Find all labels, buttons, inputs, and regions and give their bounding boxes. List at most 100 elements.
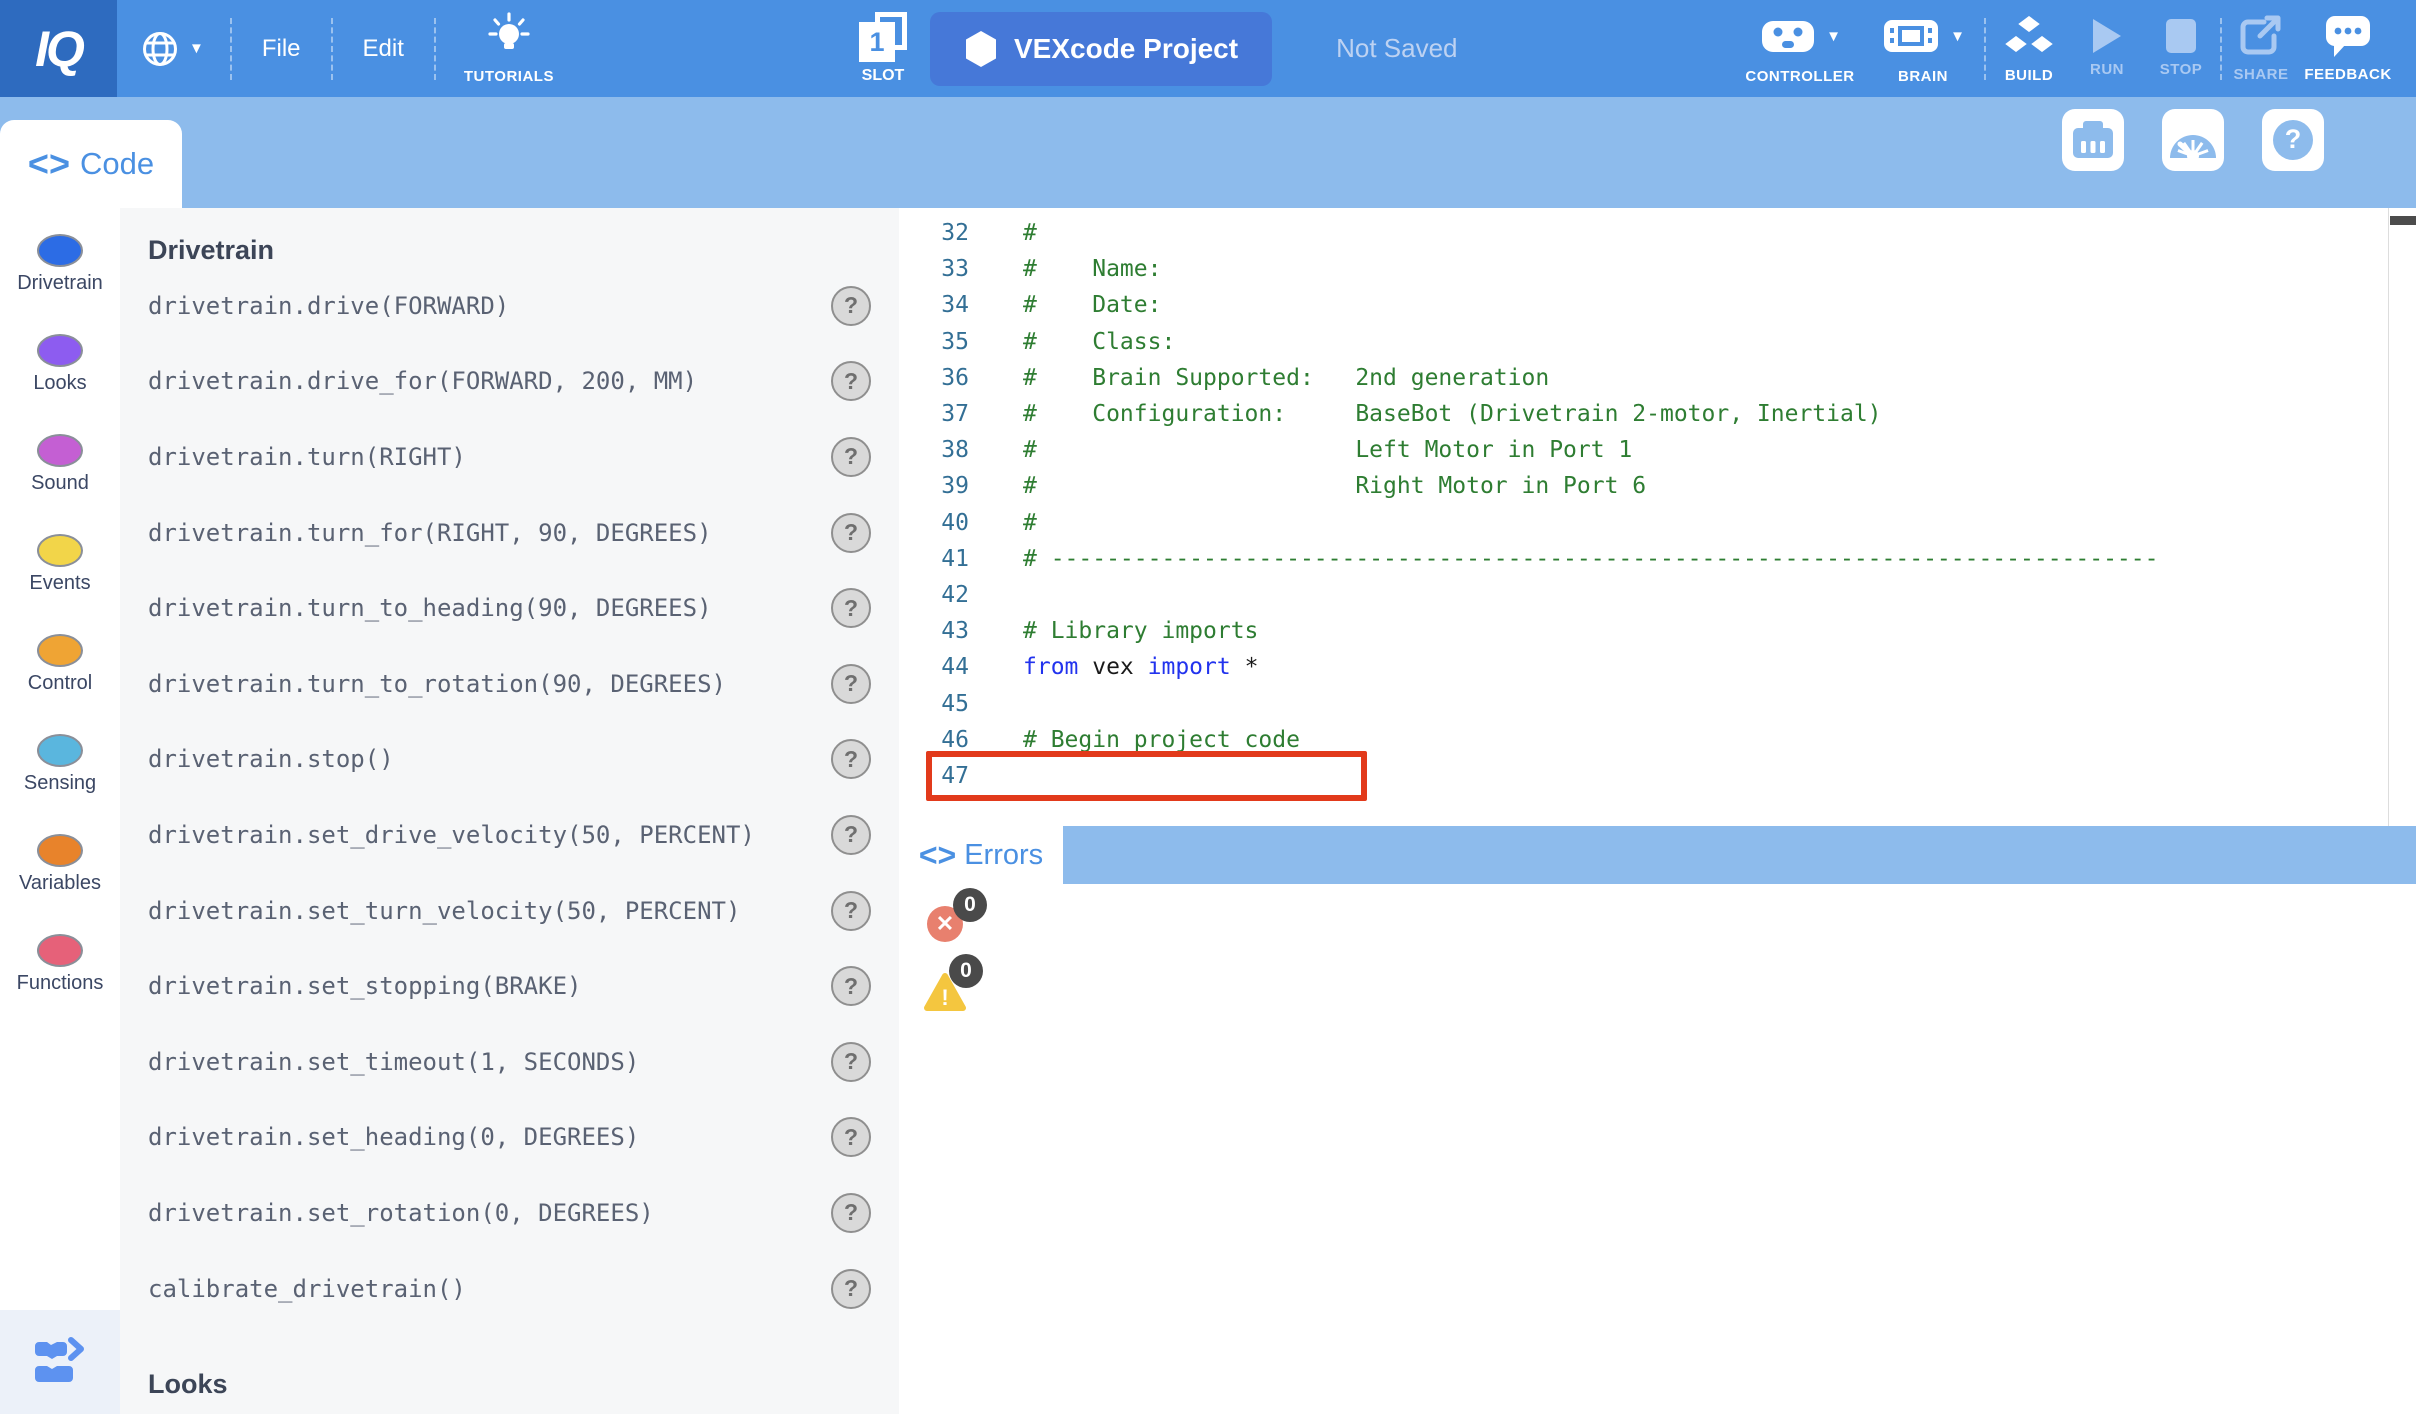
code-line[interactable]: 42 [899, 577, 2416, 613]
scrollbar-thumb[interactable] [2390, 216, 2416, 225]
command-text[interactable]: drivetrain.drive_for(FORWARD, 200, MM) [148, 367, 697, 395]
command-text[interactable]: drivetrain.stop() [148, 745, 394, 773]
command-text[interactable]: drivetrain.turn_to_rotation(90, DEGREES) [148, 670, 726, 698]
command-text[interactable]: drivetrain.drive(FORWARD) [148, 292, 509, 320]
command-help-button[interactable]: ? [831, 361, 871, 401]
code-line[interactable]: 33# Name: [899, 251, 2416, 287]
brain-button[interactable]: ▼ BRAIN [1864, 0, 1982, 97]
device-manager-button[interactable] [2062, 109, 2124, 171]
command-text[interactable]: drivetrain.turn_to_heading(90, DEGREES) [148, 594, 712, 622]
tab-code[interactable]: <> Code [0, 120, 182, 208]
command-help-button[interactable]: ? [831, 588, 871, 628]
editor-scrollbar[interactable] [2388, 208, 2416, 826]
command-text[interactable]: drivetrain.set_drive_velocity(50, PERCEN… [148, 821, 755, 849]
command-row[interactable]: drivetrain.set_heading(0, DEGREES) ? [120, 1100, 899, 1176]
command-row[interactable]: drivetrain.set_timeout(1, SECONDS) ? [120, 1024, 899, 1100]
command-text[interactable]: drivetrain.set_stopping(BRAKE) [148, 972, 581, 1000]
code-line[interactable]: 41# ------------------------------------… [899, 541, 2416, 577]
caret-down-icon: ▼ [1950, 29, 1965, 44]
controller-label: CONTROLLER [1745, 68, 1854, 85]
command-text[interactable]: drivetrain.set_timeout(1, SECONDS) [148, 1048, 639, 1076]
build-button[interactable]: BUILD [1988, 0, 2070, 97]
switch-to-blocks-button[interactable] [0, 1310, 120, 1414]
command-row[interactable]: drivetrain.set_turn_velocity(50, PERCENT… [120, 873, 899, 949]
share-label: SHARE [2233, 66, 2288, 83]
category-drivetrain[interactable]: Drivetrain [0, 234, 120, 334]
code-line[interactable]: 37# Configuration: BaseBot (Drivetrain 2… [899, 396, 2416, 432]
run-button[interactable]: RUN [2070, 0, 2144, 97]
tab-errors[interactable]: <> Errors [899, 826, 1063, 884]
code-line[interactable]: 44from vex import * [899, 649, 2416, 685]
hexagon-icon [964, 30, 998, 68]
command-text[interactable]: drivetrain.turn_for(RIGHT, 90, DEGREES) [148, 519, 712, 547]
code-line[interactable]: 32# [899, 215, 2416, 251]
code-line[interactable]: 38# Left Motor in Port 1 [899, 432, 2416, 468]
caret-down-icon: ▼ [189, 41, 204, 56]
command-help-button[interactable]: ? [831, 1193, 871, 1233]
code-line[interactable]: 39# Right Motor in Port 6 [899, 468, 2416, 504]
command-row[interactable]: drivetrain.stop() ? [120, 722, 899, 798]
command-row[interactable]: drivetrain.turn_to_heading(90, DEGREES) … [120, 570, 899, 646]
share-button[interactable]: SHARE [2224, 0, 2298, 97]
help-button[interactable]: ? [2262, 109, 2324, 171]
category-looks[interactable]: Looks [0, 334, 120, 434]
command-help-button[interactable]: ? [831, 739, 871, 779]
command-help-button[interactable]: ? [831, 966, 871, 1006]
caret-down-icon: ▼ [1826, 29, 1841, 44]
command-text[interactable]: drivetrain.set_turn_velocity(50, PERCENT… [148, 897, 740, 925]
command-help-button[interactable]: ? [831, 1042, 871, 1082]
command-help-button[interactable]: ? [831, 664, 871, 704]
command-text[interactable]: calibrate_drivetrain() [148, 1275, 466, 1303]
code-editor[interactable]: 32# 33# Name: 34# Date: 35# Class: 36# B… [899, 208, 2416, 826]
category-sound[interactable]: Sound [0, 434, 120, 534]
error-count-badge: 0 [953, 888, 987, 922]
feedback-bubble-icon [2324, 14, 2372, 58]
command-row[interactable]: drivetrain.set_rotation(0, DEGREES) ? [120, 1175, 899, 1251]
stop-button[interactable]: STOP [2144, 0, 2218, 97]
command-row[interactable]: drivetrain.turn_for(RIGHT, 90, DEGREES) … [120, 495, 899, 571]
category-functions[interactable]: Functions [0, 934, 120, 1034]
code-line[interactable]: 40# [899, 505, 2416, 541]
project-name-button[interactable]: VEXcode Project [930, 12, 1272, 86]
code-line[interactable]: 43# Library imports [899, 613, 2416, 649]
command-row[interactable]: drivetrain.drive_for(FORWARD, 200, MM) ? [120, 344, 899, 420]
category-variables[interactable]: Variables [0, 834, 120, 934]
edit-menu[interactable]: Edit [335, 0, 432, 97]
code-line[interactable]: 35# Class: [899, 324, 2416, 360]
slot-button[interactable]: 1 SLOT [852, 12, 914, 85]
command-help-button[interactable]: ? [831, 286, 871, 326]
command-text[interactable]: drivetrain.set_rotation(0, DEGREES) [148, 1199, 654, 1227]
dashboard-button[interactable] [2162, 109, 2224, 171]
tutorials-label: TUTORIALS [464, 68, 554, 85]
command-row-clipped[interactable]: ? [120, 1402, 899, 1414]
command-row[interactable]: drivetrain.set_drive_velocity(50, PERCEN… [120, 797, 899, 873]
file-menu[interactable]: File [234, 0, 329, 97]
command-text[interactable]: drivetrain.set_heading(0, DEGREES) [148, 1123, 639, 1151]
command-row[interactable]: drivetrain.drive(FORWARD) ? [120, 268, 899, 344]
command-help-button[interactable]: ? [831, 891, 871, 931]
variables-color-icon [37, 834, 83, 867]
command-help-button[interactable]: ? [831, 1117, 871, 1157]
code-line[interactable]: 36# Brain Supported: 2nd generation [899, 360, 2416, 396]
command-row[interactable]: drivetrain.set_stopping(BRAKE) ? [120, 948, 899, 1024]
command-help-button[interactable]: ? [831, 513, 871, 553]
main-menu: ▼ File Edit TUTORIALS [117, 0, 580, 97]
tutorials-button[interactable]: TUTORIALS [438, 0, 580, 97]
slot-number: 1 [869, 27, 884, 58]
command-list-panel: Drivetrain drivetrain.drive(FORWARD) ? d… [120, 208, 899, 1414]
command-row[interactable]: calibrate_drivetrain() ? [120, 1251, 899, 1327]
command-help-button[interactable]: ? [831, 815, 871, 855]
command-help-button[interactable]: ? [831, 1269, 871, 1309]
feedback-button[interactable]: FEEDBACK [2298, 0, 2398, 97]
code-line[interactable]: 45 [899, 685, 2416, 721]
category-events[interactable]: Events [0, 534, 120, 634]
code-line[interactable]: 34# Date: [899, 287, 2416, 323]
command-row[interactable]: drivetrain.turn(RIGHT) ? [120, 419, 899, 495]
category-sensing[interactable]: Sensing [0, 734, 120, 834]
language-menu[interactable]: ▼ [117, 0, 228, 97]
controller-button[interactable]: ▼ CONTROLLER [1736, 0, 1864, 97]
command-text[interactable]: drivetrain.turn(RIGHT) [148, 443, 466, 471]
command-row[interactable]: drivetrain.turn_to_rotation(90, DEGREES)… [120, 646, 899, 722]
command-help-button[interactable]: ? [831, 437, 871, 477]
category-control[interactable]: Control [0, 634, 120, 734]
